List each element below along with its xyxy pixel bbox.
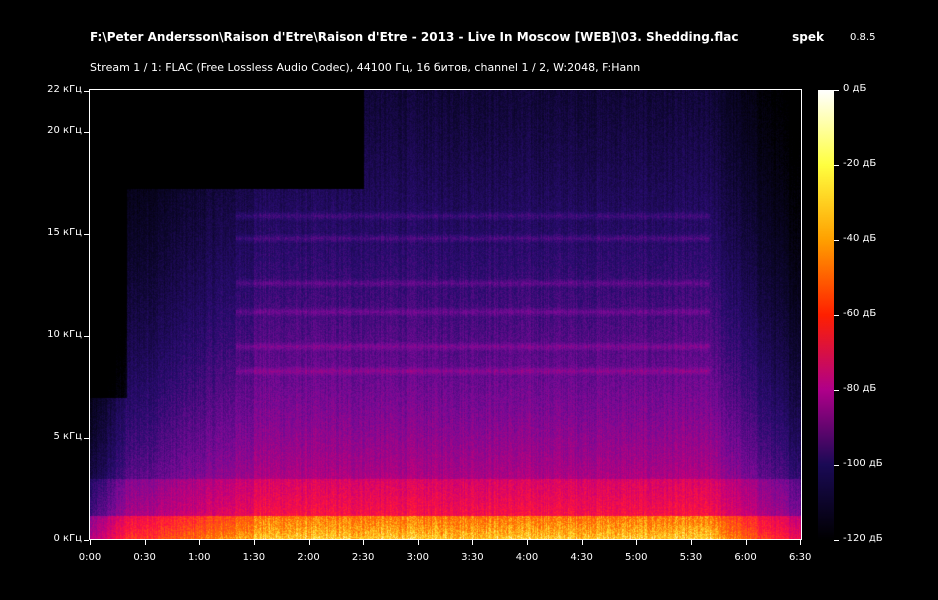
time-tick-label: 1:00 xyxy=(188,552,211,563)
db-colorbar xyxy=(818,90,834,540)
db-tick-label: 0 дБ xyxy=(843,83,867,94)
db-tick-label: -100 дБ xyxy=(843,458,883,469)
time-tick-mark xyxy=(746,540,747,545)
frequency-tick-mark xyxy=(84,540,89,541)
time-tick-mark xyxy=(472,540,473,545)
time-tick-label: 3:00 xyxy=(406,552,429,563)
db-tick-label: -120 дБ xyxy=(843,533,883,544)
time-tick-mark xyxy=(145,540,146,545)
db-tick-mark xyxy=(834,465,839,466)
time-tick-label: 0:00 xyxy=(78,552,102,563)
db-tick-mark xyxy=(834,315,839,316)
frequency-tick-mark xyxy=(84,91,89,92)
app-name: spek xyxy=(792,30,824,44)
frequency-tick-mark xyxy=(84,132,89,133)
db-tick-label: -60 дБ xyxy=(843,308,877,319)
file-path-title: F:\Peter Andersson\Raison d'Etre\Raison … xyxy=(90,30,739,44)
time-tick-label: 0:30 xyxy=(133,552,156,563)
time-tick-mark xyxy=(254,540,255,545)
db-tick-mark xyxy=(834,240,839,241)
time-tick-label: 2:00 xyxy=(297,552,320,563)
frequency-tick-mark xyxy=(84,234,89,235)
time-tick-mark xyxy=(363,540,364,545)
frequency-tick-label: 5 кГц xyxy=(53,430,83,442)
db-tick-mark xyxy=(834,165,839,166)
stream-info: Stream 1 / 1: FLAC (Free Lossless Audio … xyxy=(90,61,641,74)
time-tick-label: 3:30 xyxy=(461,552,484,563)
db-tick-mark xyxy=(834,90,839,91)
db-tick-mark xyxy=(834,540,839,541)
time-tick-mark xyxy=(527,540,528,545)
frequency-tick-label: 0 кГц xyxy=(53,533,83,544)
app-version: 0.8.5 xyxy=(850,32,876,43)
time-tick-label: 5:30 xyxy=(679,552,703,563)
frequency-tick-label: 15 кГц xyxy=(47,226,82,238)
frequency-tick-label: 20 кГц xyxy=(47,124,82,136)
db-tick-mark xyxy=(834,390,839,391)
time-tick-mark xyxy=(582,540,583,545)
time-tick-label: 4:00 xyxy=(515,552,539,563)
time-tick-mark xyxy=(199,540,200,545)
time-tick-label: 1:30 xyxy=(242,552,266,563)
time-tick-label: 6:00 xyxy=(734,552,757,563)
time-tick-mark xyxy=(418,540,419,545)
db-tick-label: -40 дБ xyxy=(843,233,877,244)
time-tick-label: 2:30 xyxy=(351,552,375,563)
time-tick-label: 5:00 xyxy=(625,552,648,563)
frequency-tick-mark xyxy=(84,438,89,439)
spectrogram-plot xyxy=(90,90,802,540)
db-tick-label: -20 дБ xyxy=(843,158,877,169)
time-tick-mark xyxy=(309,540,310,545)
frequency-tick-label: 22 кГц xyxy=(47,84,82,96)
time-tick-label: 6:30 xyxy=(788,552,812,563)
time-tick-mark xyxy=(800,540,801,545)
time-tick-label: 4:30 xyxy=(570,552,593,563)
frequency-tick-label: 10 кГц xyxy=(47,328,82,340)
time-tick-mark xyxy=(636,540,637,545)
frequency-tick-mark xyxy=(84,336,89,337)
spek-window: F:\Peter Andersson\Raison d'Etre\Raison … xyxy=(0,0,938,600)
time-tick-mark xyxy=(691,540,692,545)
time-tick-mark xyxy=(90,540,91,545)
db-tick-label: -80 дБ xyxy=(843,383,877,394)
